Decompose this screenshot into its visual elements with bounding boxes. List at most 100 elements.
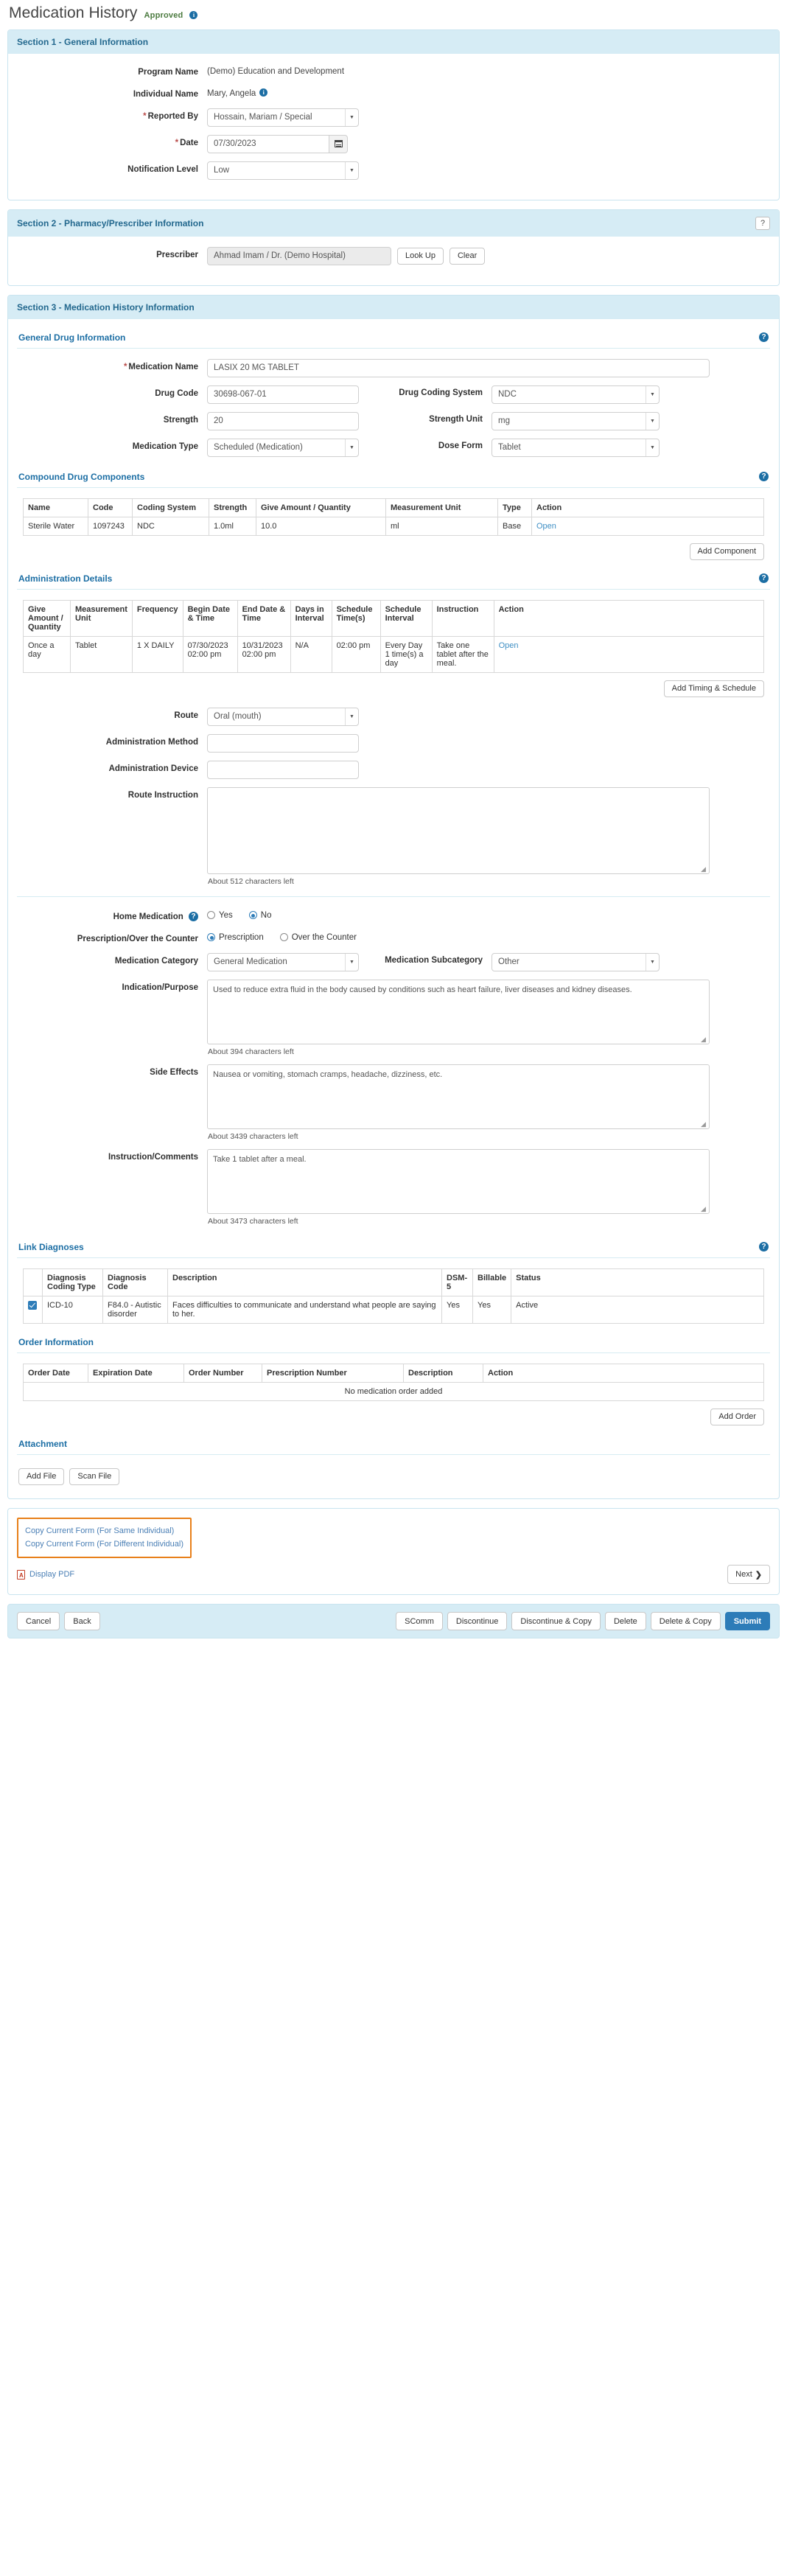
row-side-effects: Side Effects Nausea or vomiting, stomach… [17, 1064, 770, 1141]
cancel-button[interactable]: Cancel [17, 1612, 60, 1631]
home-medication-no-radio[interactable] [248, 911, 257, 920]
required-asterisk: * [143, 111, 147, 121]
reported-by-value: Hossain, Mariam / Special [214, 113, 312, 122]
individual-name-value: Mary, Angela [207, 88, 256, 98]
copy-same-individual-link[interactable]: Copy Current Form (For Same Individual) [25, 1524, 183, 1537]
pdf-icon [17, 1569, 25, 1580]
cell-type: Base [497, 516, 532, 536]
col-measurement-unit: Measurement Unit [385, 498, 498, 517]
row-administration-device: Administration Device [17, 760, 770, 779]
drug-coding-system-select[interactable]: NDC ▼ [492, 385, 660, 404]
help-icon[interactable]: ? [759, 332, 769, 343]
link-diagnoses-title: Link Diagnoses [18, 1241, 84, 1252]
cell-billable: Yes [472, 1295, 512, 1324]
add-file-button[interactable]: Add File [18, 1467, 65, 1485]
administration-details-header: Administration Details ? [17, 570, 770, 589]
info-icon[interactable]: i [189, 11, 198, 19]
open-component-link[interactable]: Open [536, 522, 556, 531]
diagnosis-checkbox[interactable] [28, 1300, 37, 1310]
col-schedule-interval: Schedule Interval [379, 599, 433, 637]
section-3-body: General Drug Information ? * Medication N… [8, 319, 779, 1498]
medication-name-input[interactable]: LASIX 20 MG TABLET [207, 358, 710, 377]
page-title-row: Medication History Approved i [7, 0, 780, 29]
home-medication-yes-label: Yes [219, 910, 233, 920]
notification-level-value: Low [214, 166, 230, 175]
delete-copy-button[interactable]: Delete & Copy [650, 1612, 721, 1631]
prescription-radio[interactable] [207, 933, 215, 942]
row-indication-purpose: Indication/Purpose Used to reduce extra … [17, 979, 770, 1056]
strength-unit-select[interactable]: mg ▼ [492, 411, 660, 430]
open-schedule-link[interactable]: Open [499, 641, 519, 650]
compound-drug-header: Compound Drug Components ? [17, 469, 770, 487]
help-icon[interactable]: ? [189, 912, 198, 922]
side-effects-textarea[interactable]: Nausea or vomiting, stomach cramps, head… [207, 1064, 710, 1129]
prescription-otc-radio-group: Prescription Over the Counter [207, 931, 357, 942]
help-icon[interactable]: ? [759, 573, 769, 584]
col-action: Action [483, 1363, 764, 1383]
help-question-icon[interactable]: ? [755, 216, 770, 230]
medication-subcategory-select[interactable]: Other ▼ [492, 952, 660, 971]
discontinue-button[interactable]: Discontinue [447, 1612, 508, 1631]
home-medication-radio-group: Yes No [207, 909, 271, 920]
add-component-button[interactable]: Add Component [689, 542, 764, 560]
calendar-icon[interactable] [329, 134, 348, 153]
col-billable: Billable [472, 1268, 512, 1296]
look-up-button[interactable]: Look Up [397, 247, 444, 265]
strength-input[interactable]: 20 [207, 411, 359, 430]
home-medication-yes-radio[interactable] [207, 911, 215, 920]
footer-left-buttons: Cancel Back [17, 1612, 100, 1631]
col-coding-type: Diagnosis Coding Type [42, 1268, 103, 1296]
next-button[interactable]: Next ❯ [727, 1565, 770, 1585]
delete-button[interactable]: Delete [604, 1612, 646, 1631]
indication-purpose-textarea[interactable]: Used to reduce extra fluid in the body c… [207, 979, 710, 1044]
home-medication-label: Home Medication ? [17, 909, 207, 923]
col-give-amount: Give Amount / Quantity [23, 599, 71, 637]
reported-by-label: * Reported By [143, 111, 198, 121]
row-home-medication: Home Medication ? Yes No [17, 909, 770, 923]
table-header-row: Give Amount / Quantity Measurement Unit … [23, 599, 765, 637]
administration-method-input[interactable] [207, 733, 359, 753]
resize-grip-icon[interactable]: ◢ [701, 1036, 707, 1043]
help-icon[interactable]: ? [759, 1242, 769, 1252]
copy-different-individual-link[interactable]: Copy Current Form (For Different Individ… [25, 1537, 183, 1551]
section-2-header: Section 2 - Pharmacy/Prescriber Informat… [8, 209, 779, 237]
dose-form-select[interactable]: Tablet ▼ [492, 438, 660, 457]
drug-code-input[interactable]: 30698-067-01 [207, 385, 359, 404]
date-input[interactable]: 07/30/2023 [207, 134, 329, 153]
back-button[interactable]: Back [64, 1612, 100, 1631]
scomm-button[interactable]: SComm [396, 1612, 443, 1631]
administration-method-label: Administration Method [105, 737, 198, 747]
col-select [23, 1268, 43, 1296]
add-timing-schedule-button[interactable]: Add Timing & Schedule [663, 680, 764, 697]
scan-file-button[interactable]: Scan File [69, 1467, 120, 1485]
over-the-counter-radio[interactable] [279, 933, 288, 942]
add-component-row: Add Component [17, 542, 770, 560]
cell-coding-type: ICD-10 [42, 1295, 103, 1324]
col-type: Type [497, 498, 532, 517]
discontinue-copy-button[interactable]: Discontinue & Copy [511, 1612, 601, 1631]
route-instruction-textarea[interactable]: ◢ [207, 786, 710, 874]
display-pdf-link[interactable]: Display PDF [29, 1570, 74, 1579]
row-medication-category: Medication Category General Medication ▼… [17, 952, 770, 971]
add-order-button[interactable]: Add Order [710, 1408, 764, 1425]
clear-button[interactable]: Clear [449, 247, 486, 265]
individual-info-icon[interactable]: i [259, 88, 268, 97]
medication-category-select[interactable]: General Medication ▼ [207, 952, 359, 971]
chevron-down-icon: ▼ [345, 439, 358, 456]
submit-button[interactable]: Submit [724, 1612, 770, 1631]
display-pdf-group[interactable]: Display PDF [17, 1569, 74, 1580]
resize-grip-icon[interactable]: ◢ [701, 1120, 707, 1128]
resize-grip-icon[interactable]: ◢ [701, 1205, 707, 1212]
medication-category-value: General Medication [214, 957, 287, 967]
medication-type-select[interactable]: Scheduled (Medication) ▼ [207, 438, 359, 457]
resize-grip-icon[interactable]: ◢ [701, 865, 707, 873]
route-select[interactable]: Oral (mouth) ▼ [207, 707, 359, 726]
administration-device-input[interactable] [207, 760, 359, 779]
instruction-comments-textarea[interactable]: Take 1 tablet after a meal. ◢ [207, 1148, 710, 1214]
help-icon[interactable]: ? [759, 472, 769, 482]
drug-coding-system-value: NDC [498, 390, 517, 399]
date-field-wrap: 07/30/2023 [207, 134, 348, 153]
prescription-label: Prescription [219, 932, 264, 942]
reported-by-select[interactable]: Hossain, Mariam / Special ▼ [207, 108, 359, 127]
notification-level-select[interactable]: Low ▼ [207, 161, 359, 180]
